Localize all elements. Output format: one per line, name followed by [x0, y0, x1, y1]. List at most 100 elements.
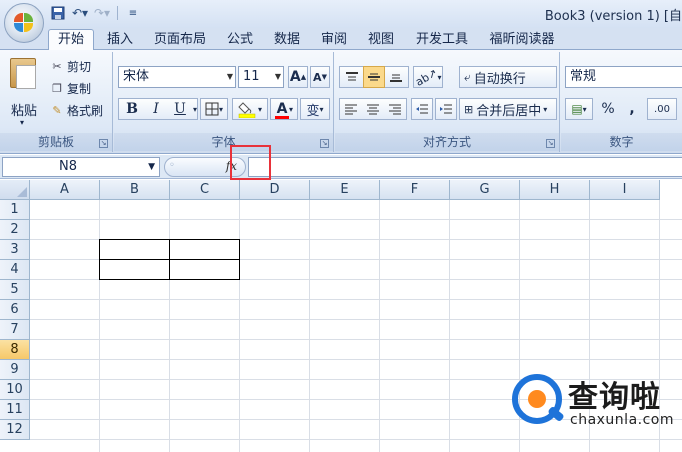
- borders-button[interactable]: ▾: [200, 98, 228, 120]
- column-header-c[interactable]: C: [170, 180, 240, 200]
- row-header-9[interactable]: 9: [0, 360, 30, 380]
- tab-formulas[interactable]: 公式: [220, 30, 260, 50]
- chevron-down-icon: ▼: [148, 162, 155, 172]
- tab-foxit-reader[interactable]: 福昕阅读器: [482, 30, 562, 50]
- tab-insert[interactable]: 插入: [100, 30, 140, 50]
- tab-data[interactable]: 数据: [267, 30, 307, 50]
- scissors-icon: ✂: [52, 60, 62, 73]
- tab-home[interactable]: 开始: [48, 29, 94, 51]
- copy-button[interactable]: ❐ 复制: [50, 80, 91, 97]
- paste-button[interactable]: 粘贴 ▾: [6, 56, 42, 128]
- undo-icon[interactable]: ↶▾: [70, 4, 90, 22]
- fill-color-button[interactable]: ▾: [232, 98, 268, 120]
- tab-view[interactable]: 视图: [361, 30, 401, 50]
- increase-decimal-button[interactable]: .00: [647, 98, 677, 120]
- font-launcher-icon[interactable]: ↘: [320, 139, 329, 148]
- tab-developer[interactable]: 开发工具: [408, 30, 476, 50]
- row-header-6[interactable]: 6: [0, 300, 30, 320]
- clipboard-launcher-icon[interactable]: ↘: [99, 139, 108, 148]
- font-size-select[interactable]: 11 ▼: [238, 66, 284, 88]
- align-left-button[interactable]: [340, 98, 362, 120]
- accounting-format-button[interactable]: ▤ ▾: [565, 98, 593, 120]
- formula-bar: N8 ▼ ◦ fx: [0, 155, 682, 179]
- formula-input[interactable]: [248, 157, 682, 177]
- office-button[interactable]: [4, 3, 44, 43]
- row-header-7[interactable]: 7: [0, 320, 30, 340]
- alignment-launcher-icon[interactable]: ↘: [546, 139, 555, 148]
- comma-style-button[interactable]: ,: [621, 98, 643, 120]
- row-header-12[interactable]: 12: [0, 420, 30, 440]
- column-header-h[interactable]: H: [520, 180, 590, 200]
- orientation-button[interactable]: ab↗ ▾: [413, 66, 443, 88]
- bordered-cell-b4[interactable]: [99, 259, 170, 280]
- font-name-select[interactable]: 宋体 ▼: [118, 66, 236, 88]
- font-color-icon: A: [274, 101, 289, 119]
- column-header-d[interactable]: D: [240, 180, 310, 200]
- column-header-e[interactable]: E: [310, 180, 380, 200]
- bordered-cell-c4[interactable]: [169, 259, 240, 280]
- row-header-8[interactable]: 8: [0, 340, 30, 360]
- cut-button[interactable]: ✂ 剪切: [50, 58, 91, 75]
- name-box[interactable]: N8 ▼: [2, 157, 160, 177]
- row-header-10[interactable]: 10: [0, 380, 30, 400]
- font-color-button[interactable]: A ▾: [270, 98, 298, 120]
- row-header-5[interactable]: 5: [0, 280, 30, 300]
- shrink-font-button[interactable]: A ▼: [310, 66, 330, 88]
- align-middle-button[interactable]: [363, 66, 385, 88]
- fill-color-highlight-frame: [230, 145, 271, 180]
- borders-icon: [205, 102, 219, 116]
- row-header-11[interactable]: 11: [0, 400, 30, 420]
- underline-dropdown-icon[interactable]: ▾: [191, 98, 199, 120]
- column-header-b[interactable]: B: [100, 180, 170, 200]
- font-group-label: 字体: [114, 133, 333, 151]
- align-center-icon: [367, 104, 379, 115]
- paintbrush-icon: ✎: [52, 104, 62, 117]
- merge-center-button[interactable]: ⊞ 合并后居中 ▾: [459, 98, 557, 120]
- align-right-button[interactable]: [384, 98, 406, 120]
- align-top-button[interactable]: [341, 66, 363, 88]
- row-header-1[interactable]: 1: [0, 200, 30, 220]
- percent-style-button[interactable]: %: [597, 98, 619, 120]
- column-header-i[interactable]: I: [590, 180, 660, 200]
- decrease-indent-button[interactable]: [411, 98, 433, 120]
- column-header-f[interactable]: F: [380, 180, 450, 200]
- paste-dropdown-icon: ▾: [20, 118, 25, 127]
- format-painter-button[interactable]: ✎ 格式刷: [50, 102, 103, 119]
- phonetic-button[interactable]: 变 ▾: [300, 98, 330, 120]
- number-format-value: 常规: [570, 69, 597, 84]
- title-bar: ↶▾ ↷▾ ≡ Book3 (version 1) [自: [0, 0, 682, 28]
- gridline-vertical: [99, 200, 100, 452]
- paste-icon: [10, 58, 36, 89]
- customize-qat-icon[interactable]: ≡: [123, 4, 143, 22]
- number-group-label: 数字: [561, 133, 682, 151]
- align-bottom-button[interactable]: [385, 66, 407, 88]
- align-left-icon: [345, 104, 357, 115]
- increase-indent-button[interactable]: [435, 98, 457, 120]
- number-format-select[interactable]: 常规: [565, 66, 682, 88]
- bordered-cell-c3[interactable]: [169, 239, 240, 260]
- gridline-vertical: [379, 200, 380, 452]
- row-header-2[interactable]: 2: [0, 220, 30, 240]
- align-center-button[interactable]: [362, 98, 384, 120]
- gridline-horizontal: [30, 319, 682, 320]
- bordered-cell-b3[interactable]: [99, 239, 170, 260]
- select-all-button[interactable]: [0, 180, 30, 200]
- column-header-g[interactable]: G: [450, 180, 520, 200]
- align-right-icon: [389, 104, 401, 115]
- underline-button[interactable]: U: [168, 98, 192, 120]
- row-header-4[interactable]: 4: [0, 260, 30, 280]
- grow-font-button[interactable]: A ▲: [288, 66, 308, 88]
- expand-handle-icon: ◦: [169, 160, 175, 171]
- ribbon: 粘贴 ▾ ✂ 剪切 ❐ 复制 ✎ 格式刷 剪贴板 ↘ 宋体 ▼ 11 ▼ A▲: [0, 50, 682, 180]
- tab-review[interactable]: 审阅: [314, 30, 354, 50]
- wrap-text-button[interactable]: ⤶ 自动换行: [459, 66, 557, 88]
- tab-page-layout[interactable]: 页面布局: [147, 30, 213, 50]
- italic-button[interactable]: I: [144, 98, 168, 120]
- redo-icon[interactable]: ↷▾: [92, 4, 112, 22]
- font-size-value: 11: [243, 69, 260, 84]
- save-icon[interactable]: [48, 4, 68, 22]
- bold-button[interactable]: B: [120, 98, 144, 120]
- column-header-a[interactable]: A: [30, 180, 100, 200]
- text-orientation-icon: ab↗: [412, 65, 440, 89]
- row-header-3[interactable]: 3: [0, 240, 30, 260]
